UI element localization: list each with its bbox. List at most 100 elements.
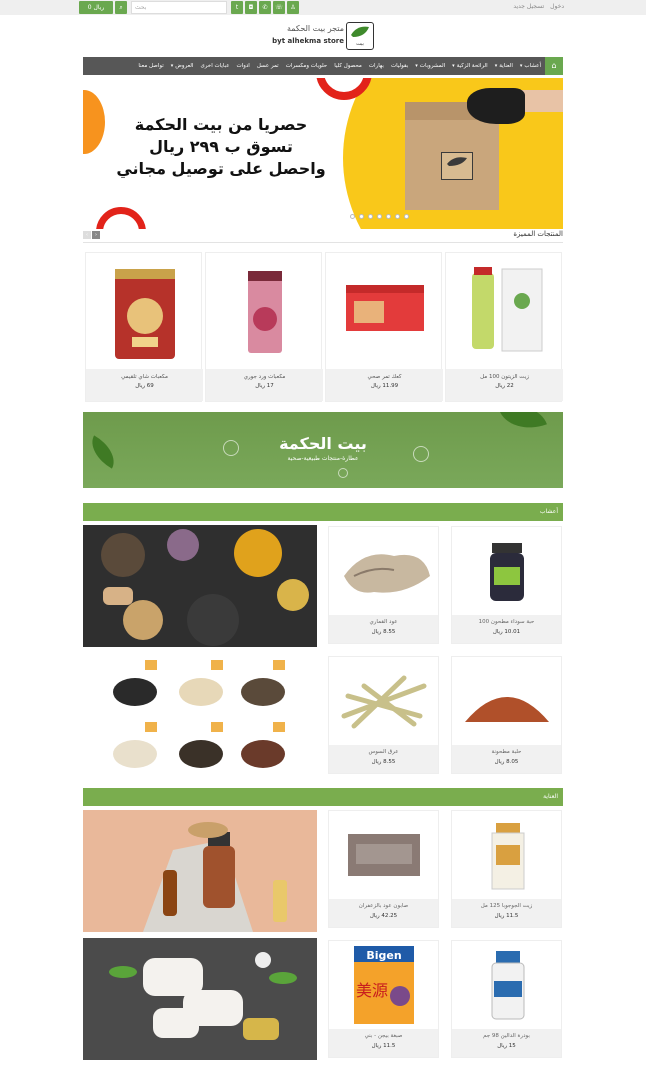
product-image[interactable] <box>206 253 323 369</box>
nav-item-8[interactable]: تمر عسل <box>257 57 279 75</box>
slider-dot[interactable] <box>368 214 373 219</box>
logo-arabic-text: متجر بيت الحكمة <box>286 24 344 33</box>
snapchat-icon: ♙ <box>290 4 296 11</box>
herbs-product-card[interactable]: حبة سوداء مطحون 100 10.01 ريال <box>451 526 562 644</box>
hero-ring-shape <box>96 207 146 229</box>
featured-product-card[interactable]: مكعبات شاي تلقيمي 69 ريال <box>85 252 203 402</box>
instagram-button[interactable]: ◘ <box>245 1 257 14</box>
slider-dot[interactable] <box>386 214 391 219</box>
product-name[interactable]: عرق السوس <box>329 749 438 755</box>
hero-slider[interactable]: حصريا من بيت الحكمة تسوق ب ٢٩٩ ريال واحص… <box>83 78 563 229</box>
product-image[interactable] <box>86 253 203 369</box>
slider-dot[interactable] <box>377 214 382 219</box>
product-image[interactable] <box>329 811 438 899</box>
home-button[interactable]: ⌂ <box>545 57 563 75</box>
featured-product-card[interactable]: مكعبات ورد جوري 17 ريال <box>205 252 323 402</box>
featured-product-card[interactable]: كعك تمر صحي 11.99 ريال <box>325 252 443 402</box>
twitter-button[interactable]: t <box>231 1 243 14</box>
nav-item-6[interactable]: محصول كليا <box>334 57 362 75</box>
product-name[interactable]: كعك تمر صحي <box>326 374 443 380</box>
product-name[interactable]: حبة سوداء مطحون 100 <box>452 619 561 625</box>
product-image[interactable] <box>452 657 561 745</box>
care-product-card[interactable]: Bigen 美源 صبغة بيجن - بني 11.5 ريال <box>328 940 439 1058</box>
store-logo[interactable]: بيت متجر بيت الحكمة byt alhekma store <box>270 22 374 50</box>
care-photo-2[interactable] <box>83 938 317 1060</box>
product-image[interactable] <box>452 811 561 899</box>
product-name[interactable]: مكعبات شاي تلقيمي <box>86 374 203 380</box>
register-link[interactable]: تسجيل جديد <box>513 3 544 10</box>
care-photo-1[interactable] <box>83 810 317 932</box>
product-image[interactable] <box>326 253 443 369</box>
nav-item-10[interactable]: عبايات اخرى <box>200 57 229 75</box>
product-name[interactable]: مكعبات ورد جوري <box>206 374 323 380</box>
search-button[interactable]: ⌕ <box>115 1 127 14</box>
nav-item-2[interactable]: الرائحة الزكية▾ <box>452 57 488 75</box>
chevron-down-icon: ▾ <box>415 63 418 69</box>
seeds-photo[interactable] <box>83 654 317 776</box>
twitter-icon: t <box>235 4 239 11</box>
product-name[interactable]: بودرة الدالين 98 جم <box>452 1033 561 1039</box>
product-image[interactable] <box>446 253 563 369</box>
cart-button[interactable]: 0 ريال <box>79 1 113 14</box>
product-name[interactable]: صابون عود بالزعفران <box>329 903 438 909</box>
whatsapp-button[interactable]: ✆ <box>259 1 271 14</box>
svg-text:美源: 美源 <box>355 981 387 1000</box>
whatsapp-icon: ✆ <box>262 4 268 11</box>
care-product-card[interactable]: صابون عود بالزعفران 42.25 ريال <box>328 810 439 928</box>
phone-button[interactable]: ☏ <box>273 1 285 14</box>
product-image[interactable] <box>329 527 438 615</box>
nav-item-11[interactable]: العروض▾ <box>171 57 194 75</box>
slider-dot[interactable] <box>404 214 409 219</box>
next-arrow-icon[interactable]: › <box>92 231 100 239</box>
product-info: مكعبات شاي تلقيمي 69 ريال <box>86 369 203 401</box>
product-name[interactable]: عود القماري <box>329 619 438 625</box>
featured-header: المنتجات المميزة ‹ › <box>83 230 563 243</box>
hero-line-1: حصريا من بيت الحكمة <box>134 115 308 134</box>
herbs-category-bar[interactable]: أعشاب <box>83 503 563 521</box>
nav-item-4[interactable]: بقوليات <box>391 57 408 75</box>
product-info: حلبة مطحونة 8.05 ريال <box>452 745 561 773</box>
chevron-down-icon: ▾ <box>452 63 455 69</box>
home-icon: ⌂ <box>551 61 557 70</box>
cosmetics-image <box>83 810 317 932</box>
prev-arrow-icon[interactable]: ‹ <box>83 231 91 239</box>
nav-item-1[interactable]: العناية▾ <box>495 57 513 75</box>
product-info: مكعبات ورد جوري 17 ريال <box>206 369 323 401</box>
product-price: 15 ريال <box>497 1043 516 1049</box>
herbs-product-card[interactable]: حلبة مطحونة 8.05 ريال <box>451 656 562 774</box>
care-category-bar[interactable]: العناية <box>83 788 563 806</box>
featured-product-card[interactable]: زيت الزيتون 100 مل 22 ريال <box>445 252 563 402</box>
leaf-icon <box>447 157 467 166</box>
care-product-card[interactable]: بودرة الدالين 98 جم 15 ريال <box>451 940 562 1058</box>
product-name[interactable]: صبغة بيجن - بني <box>329 1033 438 1039</box>
product-name[interactable]: زيت الزيتون 100 مل <box>446 374 563 380</box>
slider-dot[interactable] <box>350 214 355 219</box>
featured-title: المنتجات المميزة <box>513 230 563 238</box>
herbs-photo[interactable] <box>83 525 317 647</box>
product-name[interactable]: زيت الجوجوبا 125 مل <box>452 903 561 909</box>
care-product-card[interactable]: زيت الجوجوبا 125 مل 11.5 ريال <box>451 810 562 928</box>
product-image[interactable] <box>452 941 561 1029</box>
nav-item-5[interactable]: بهارات <box>369 57 384 75</box>
hero-gloved-hand <box>467 88 525 124</box>
nav-item-12[interactable]: تواصل معنا <box>138 57 163 75</box>
product-image[interactable] <box>329 657 438 745</box>
slider-dot[interactable] <box>359 214 364 219</box>
soap-image <box>83 938 317 1060</box>
product-image[interactable] <box>452 527 561 615</box>
product-image[interactable]: Bigen 美源 <box>329 941 438 1029</box>
herbs-product-card[interactable]: عود القماري 8.55 ريال <box>328 526 439 644</box>
slider-dot[interactable] <box>395 214 400 219</box>
login-link[interactable]: دخول <box>550 3 564 10</box>
product-name[interactable]: حلبة مطحونة <box>452 749 561 755</box>
nav-item-9[interactable]: ادوات <box>237 57 250 75</box>
chevron-down-icon: ▾ <box>170 63 174 69</box>
search-input[interactable]: بحث <box>131 1 227 14</box>
snapchat-button[interactable]: ♙ <box>287 1 299 14</box>
nav-item-3[interactable]: المشروبات▾ <box>415 57 445 75</box>
top-bar-tools: 0 ريال ⌕ بحث t ◘ ✆ ☏ ♙ <box>79 1 299 14</box>
nav-item-0[interactable]: أعشاب▾ <box>520 57 541 75</box>
herbs-product-card[interactable]: عرق السوس 8.55 ريال <box>328 656 439 774</box>
nav-item-7[interactable]: حلويات ومكسرات <box>286 57 327 75</box>
slider-dots <box>350 214 409 219</box>
